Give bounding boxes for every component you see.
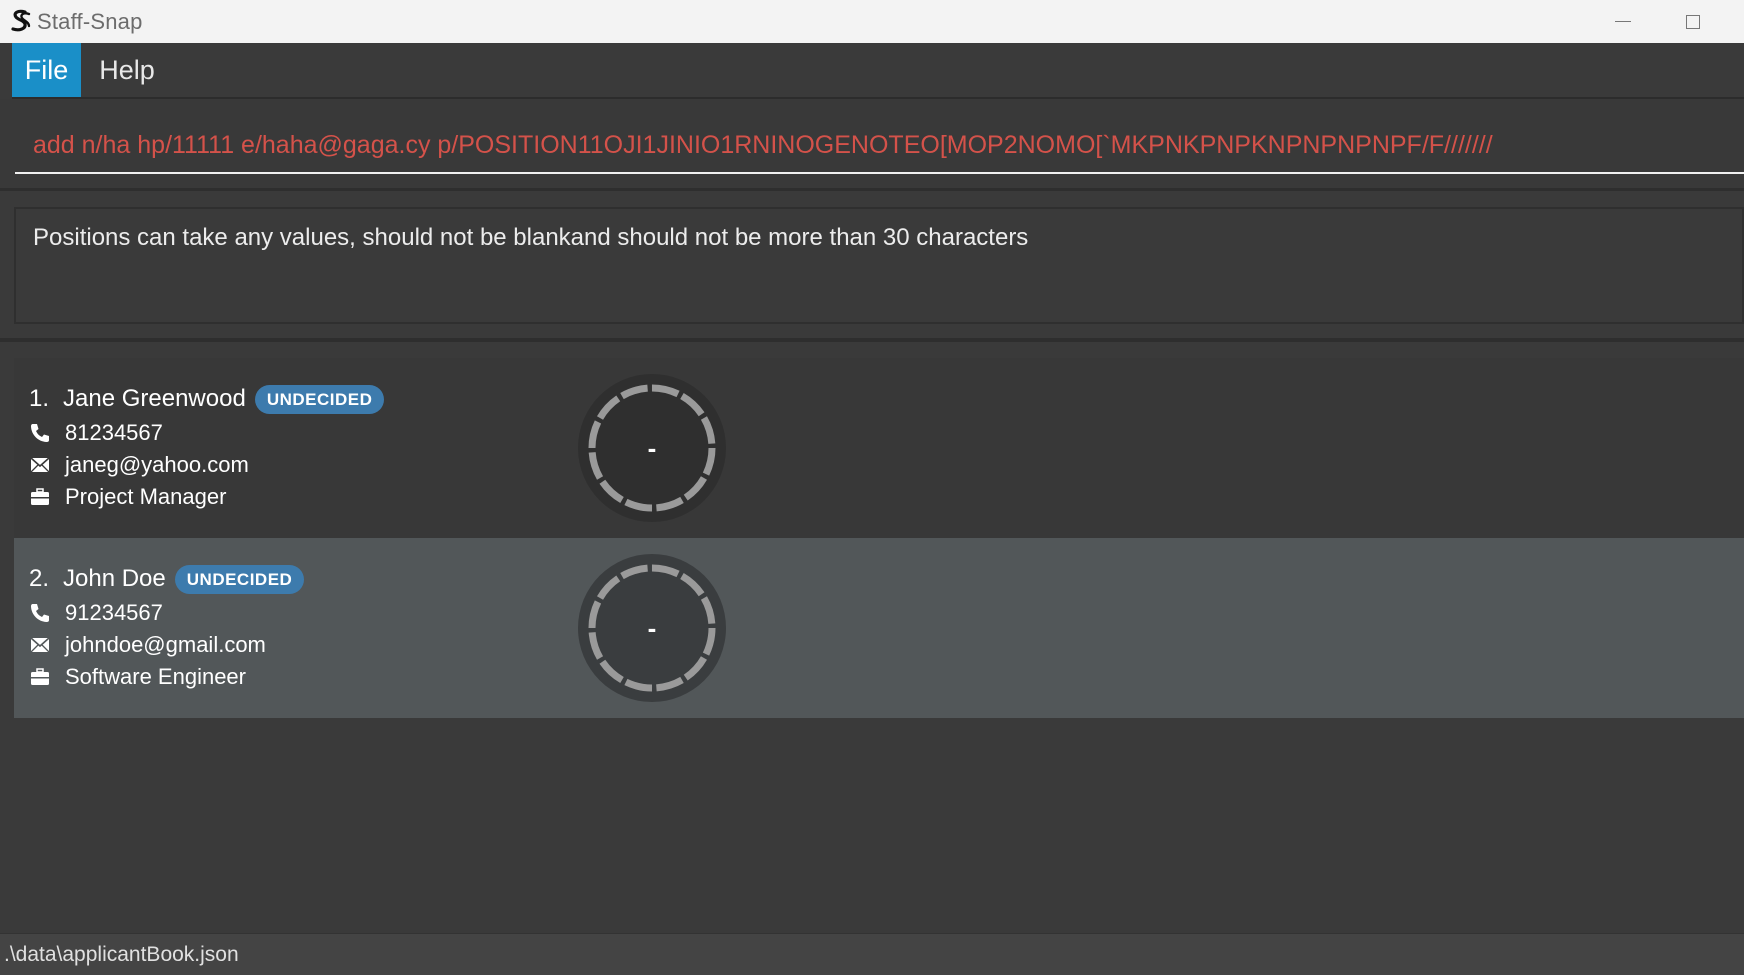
status-badge: UNDECIDED — [254, 384, 385, 414]
staff-snap-logo-icon — [11, 9, 31, 32]
briefcase-icon — [29, 666, 51, 688]
score-value: - — [647, 432, 657, 463]
command-divider — [0, 188, 1744, 191]
applicant-position-row: Project Manager — [29, 481, 226, 513]
maximize-icon — [1686, 14, 1700, 29]
applicant-position: Software Engineer — [65, 664, 246, 689]
applicant-phone: 91234567 — [65, 600, 163, 625]
applicant-index: 1. — [29, 385, 50, 412]
applicant-name: John Doe — [63, 565, 166, 592]
window-title: Staff-Snap — [37, 9, 143, 34]
applicant-index: 2. — [29, 565, 50, 592]
status-badge: UNDECIDED — [174, 564, 305, 594]
applicant-header: 2. John Doe UNDECIDED — [29, 562, 305, 596]
maximize-button[interactable] — [1660, 0, 1726, 43]
briefcase-icon — [29, 486, 51, 508]
applicant-email-row: johndoe@gmail.com — [29, 629, 266, 661]
result-message: Positions can take any values, should no… — [33, 224, 1029, 251]
command-input[interactable] — [15, 119, 1744, 174]
title-bar: Staff-Snap — [0, 0, 1744, 43]
applicant-email-row: janeg@yahoo.com — [29, 449, 249, 481]
applicant-email: janeg@yahoo.com — [65, 452, 249, 477]
applicant-card[interactable]: 1. Jane Greenwood UNDECIDED 81234567 jan… — [14, 358, 1744, 538]
applicant-position-row: Software Engineer — [29, 661, 246, 693]
save-file-path: .\data\applicantBook.json — [4, 943, 239, 966]
applicant-list[interactable]: 1. Jane Greenwood UNDECIDED 81234567 jan… — [14, 358, 1744, 718]
command-box — [0, 99, 1744, 190]
result-divider — [0, 338, 1744, 342]
phone-icon — [29, 422, 51, 444]
menu-file[interactable]: File — [12, 43, 81, 97]
menu-bar: File Help — [0, 43, 1744, 99]
minimize-icon — [1615, 20, 1631, 23]
menu-help[interactable]: Help — [88, 43, 166, 97]
applicant-name: Jane Greenwood — [63, 385, 246, 412]
applicant-email: johndoe@gmail.com — [65, 632, 266, 657]
applicant-position: Project Manager — [65, 484, 227, 509]
applicant-phone-row: 91234567 — [29, 597, 163, 629]
score-ring: - — [576, 372, 728, 524]
phone-icon — [29, 602, 51, 624]
status-bar: .\data\applicantBook.json — [0, 933, 1744, 975]
applicant-header: 1. Jane Greenwood UNDECIDED — [29, 382, 385, 416]
envelope-icon — [29, 634, 51, 656]
applicant-phone-row: 81234567 — [29, 417, 163, 449]
envelope-icon — [29, 454, 51, 476]
minimize-button[interactable] — [1590, 0, 1656, 43]
result-display[interactable]: Positions can take any values, should no… — [14, 207, 1744, 324]
score-value: - — [647, 612, 657, 643]
score-ring: - — [576, 552, 728, 704]
applicant-card[interactable]: 2. John Doe UNDECIDED 91234567 johndoe@g… — [14, 538, 1744, 718]
applicant-phone: 81234567 — [65, 420, 163, 445]
